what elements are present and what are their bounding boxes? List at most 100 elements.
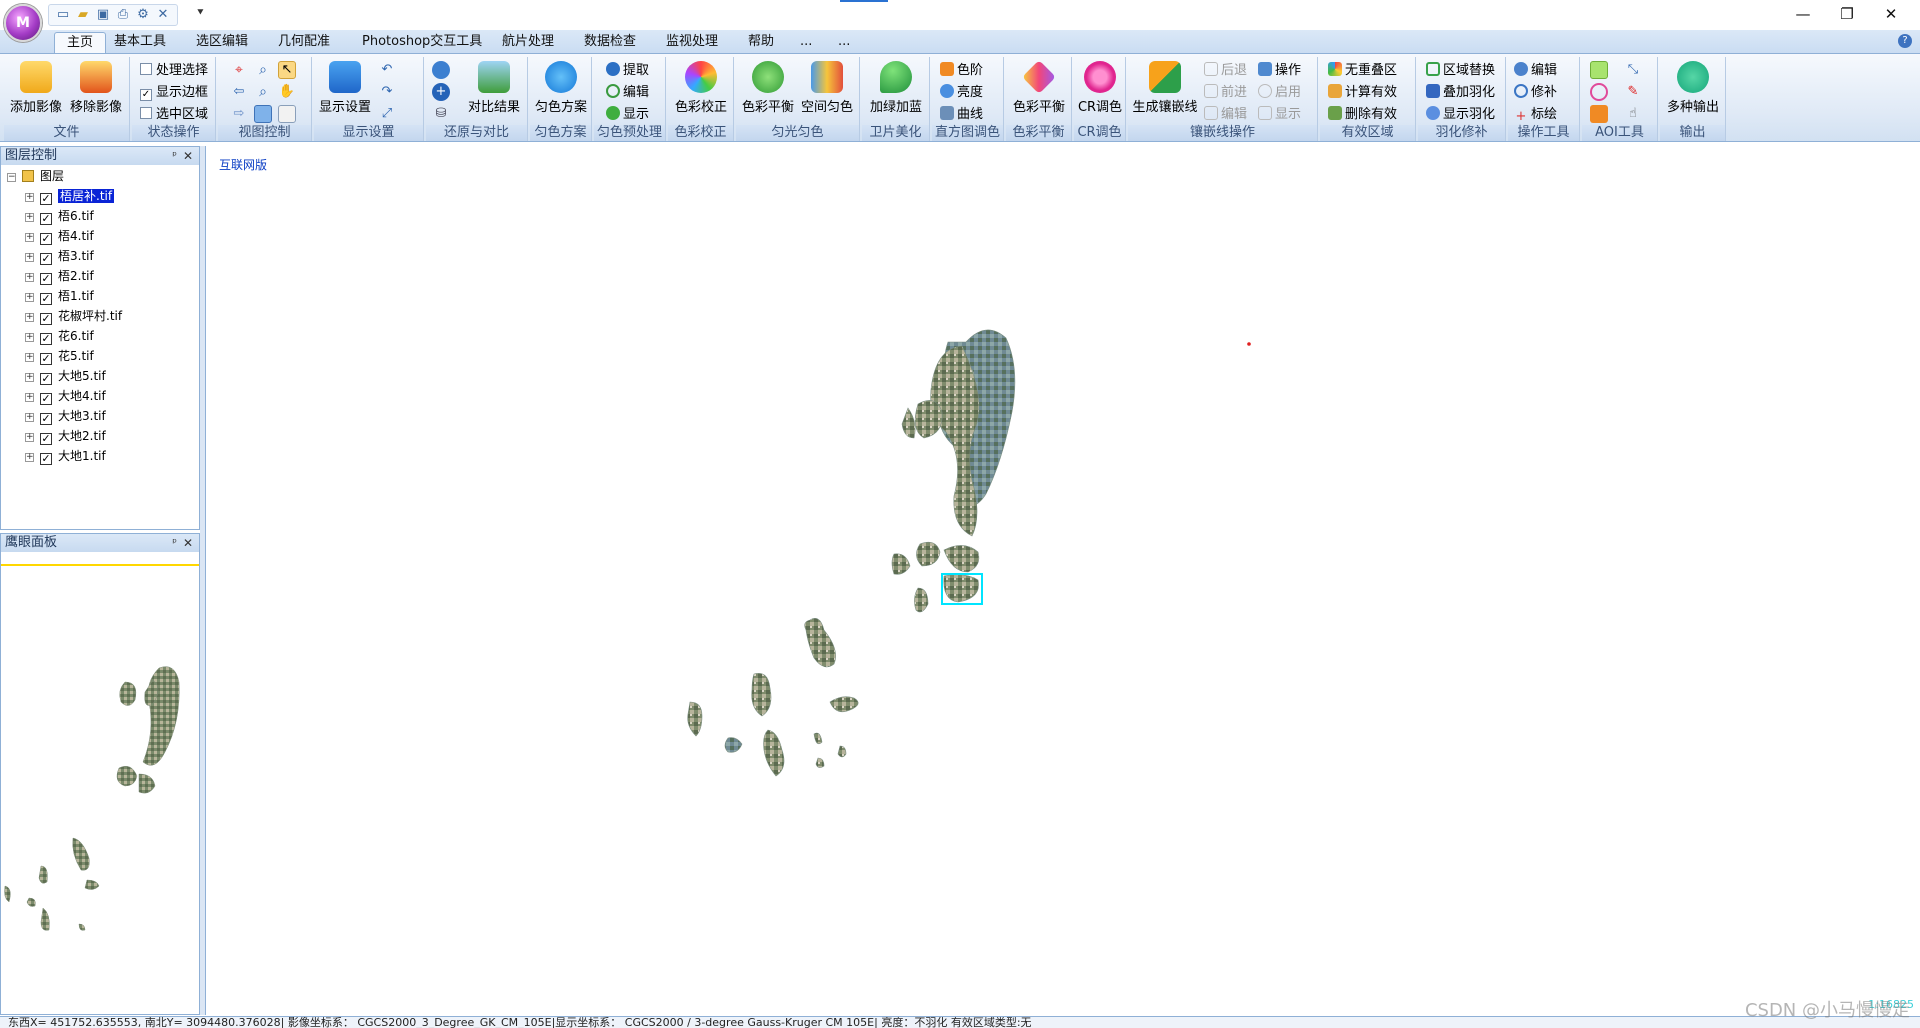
curves-button[interactable]: 曲线 [940,105,983,125]
aoi-rect-icon[interactable] [1590,61,1608,79]
layer-item[interactable]: + ✓ 大地1.tif [25,447,106,465]
layer-visibility-checkbox[interactable]: ✓ [40,313,52,325]
expand-icon[interactable]: + [25,293,34,302]
layer-visibility-checkbox[interactable]: ✓ [40,393,52,405]
help-icon[interactable]: ? [1898,34,1912,48]
table-icon[interactable] [278,105,296,123]
seam-edit-button[interactable]: 编辑 [1204,105,1247,125]
expand-icon[interactable]: + [25,273,34,282]
expand-icon[interactable]: + [25,353,34,362]
layer-visibility-checkbox[interactable]: ✓ [40,433,52,445]
show-border-checkbox[interactable]: ✓ 显示边框 [140,83,208,103]
seam-show-button[interactable]: 显示 [1258,105,1301,125]
process-select-checkbox[interactable]: 处理选择 [140,61,208,81]
edit-button[interactable]: 编辑 [606,83,649,103]
save-icon[interactable]: ▣ [95,7,111,23]
pin-icon[interactable]: ᵖ [172,147,177,165]
close-button[interactable]: ✕ [1876,4,1906,24]
layer-item[interactable]: + ✓ 梧2.tif [25,267,94,285]
op-edit-button[interactable]: 编辑 [1514,61,1557,81]
expand-icon[interactable]: + [25,193,34,202]
layer-item[interactable]: + ✓ 大地5.tif [25,367,106,385]
expand-icon[interactable]: + [25,253,34,262]
expand-icon[interactable]: + [25,413,34,422]
layer-item[interactable]: + ✓ 梧6.tif [25,207,94,225]
collapse-icon[interactable]: − [7,173,16,182]
layer-item[interactable]: + ✓ 大地4.tif [25,387,106,405]
add-green-blue-button[interactable]: 加绿加蓝 [866,59,926,123]
layer-visibility-checkbox[interactable]: ✓ [40,293,52,305]
cr-color-button[interactable]: CR调色 [1076,59,1124,123]
aoi-delete-icon[interactable] [1590,105,1608,123]
full-extent-icon[interactable] [254,105,272,123]
open-folder-icon[interactable]: ▰ [75,7,91,23]
tab-geo-registration[interactable]: 几何配准 [266,32,342,54]
spatial-color-button[interactable]: 空间匀色 [798,59,856,123]
show-button[interactable]: 显示 [606,105,649,125]
app-logo[interactable]: M [4,4,42,42]
levels-button[interactable]: 色阶 [940,61,983,81]
expand-icon[interactable]: + [25,433,34,442]
select-pointer-icon[interactable]: ↖ [278,61,296,79]
tab-monitor[interactable]: 监视处理 [654,32,730,54]
tab-basic-tools[interactable]: 基本工具 [102,32,178,54]
fit-extent-icon[interactable]: ⤢ [378,105,396,123]
tab-photoshop[interactable]: Photoshop交互工具 [350,32,494,54]
seam-operate-button[interactable]: 操作 [1258,61,1301,81]
new-file-icon[interactable]: ▭ [55,7,71,23]
layer-item[interactable]: + ✓ 花5.tif [25,347,94,365]
close-icon[interactable]: ✕ [183,147,193,165]
tab-help[interactable]: 帮助 [736,32,786,54]
aoi-select-icon[interactable]: ☝ [1624,105,1642,123]
expand-icon[interactable]: + [25,453,34,462]
layer-visibility-checkbox[interactable]: ✓ [40,213,52,225]
layer-visibility-checkbox[interactable]: ✓ [40,413,52,425]
remove-image-button[interactable]: 移除影像 [68,59,124,123]
tab-more-1[interactable]: ... [788,32,824,54]
aoi-ellipse-icon[interactable] [1590,83,1608,101]
layer-visibility-checkbox[interactable]: ✓ [40,333,52,345]
no-overlap-button[interactable]: 无重叠区 [1328,61,1397,81]
generate-seamline-button[interactable]: 生成镶嵌线 [1130,59,1200,123]
zoom-in-icon[interactable]: ⌕ [254,61,272,79]
compare-result-button[interactable]: 对比结果 [464,59,524,123]
show-feather-button[interactable]: 显示羽化 [1426,105,1495,125]
layer-item[interactable]: + ✓ 花6.tif [25,327,94,345]
brightness-button[interactable]: 亮度 [940,83,983,103]
color-scheme-button[interactable]: 匀色方案 [532,59,590,123]
tab-more-2[interactable]: ... [826,32,862,54]
layer-item[interactable]: + ✓ 大地3.tif [25,407,106,425]
layer-visibility-checkbox[interactable]: ✓ [40,453,52,465]
map-canvas[interactable]: 互联网版 1:16825 [205,146,1920,1015]
minimize-button[interactable]: — [1788,4,1818,24]
display-settings-button[interactable]: 显示设置 [316,59,374,123]
undo-icon[interactable]: ↶ [378,61,396,79]
extract-button[interactable]: 提取 [606,61,649,81]
seam-back-button[interactable]: 后退 [1204,61,1247,81]
layer-visibility-checkbox[interactable]: ✓ [40,193,52,205]
restore-icon[interactable] [432,61,450,79]
expand-icon[interactable]: + [25,233,34,242]
color-correct-button[interactable]: 色彩校正 [672,59,730,123]
stamp-icon[interactable]: ⛁ [432,105,450,123]
add-image-button[interactable]: 添加影像 [8,59,64,123]
layer-item[interactable]: + ✓ 梧4.tif [25,227,94,245]
select-area-checkbox[interactable]: 选中区域 [140,105,208,125]
op-patch-button[interactable]: 修补 [1514,83,1557,103]
layer-visibility-checkbox[interactable]: ✓ [40,373,52,385]
overlay-feather-button[interactable]: 叠加羽化 [1426,83,1495,103]
aoi-pen-icon[interactable]: ✎ [1624,83,1642,101]
pin-icon[interactable]: ᵖ [172,534,177,552]
pan-hand-icon[interactable]: ✋ [278,83,296,101]
expand-icon[interactable]: + [25,333,34,342]
seam-enable-button[interactable]: 启用 [1258,83,1301,103]
tab-home[interactable]: 主页 [54,32,107,54]
back-icon[interactable]: ⇦ [230,83,248,101]
multi-output-button[interactable]: 多种输出 [1664,59,1722,123]
qat-customize-icon[interactable]: ⯆ [196,6,205,20]
expand-icon[interactable]: + [25,313,34,322]
layer-visibility-checkbox[interactable]: ✓ [40,353,52,365]
expand-icon[interactable]: + [25,213,34,222]
color-balance2-button[interactable]: 色彩平衡 [1010,59,1068,123]
zoom-out-icon[interactable]: ⌕ [254,83,272,101]
